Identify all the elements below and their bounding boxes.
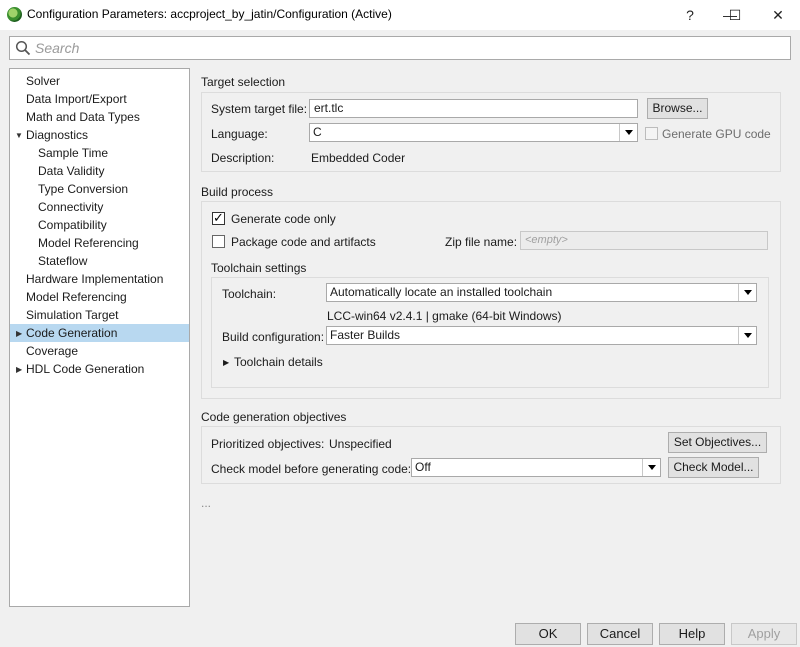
tree-item-type-conversion[interactable]: Type Conversion <box>10 180 189 198</box>
tree-item-hardware-implementation[interactable]: Hardware Implementation <box>10 270 189 288</box>
prioritized-objectives-value: Unspecified <box>329 437 392 451</box>
toolchain-settings-title: Toolchain settings <box>211 261 307 275</box>
tree-item-solver[interactable]: Solver <box>10 72 189 90</box>
ok-button[interactable]: OK <box>515 623 581 645</box>
system-target-file-input[interactable]: ert.tlc <box>309 99 638 118</box>
build-configuration-label: Build configuration: <box>222 330 325 344</box>
build-process-title: Build process <box>201 185 274 199</box>
chevron-down-icon[interactable] <box>738 327 756 344</box>
language-select[interactable]: C <box>309 123 638 142</box>
check-model-select[interactable]: Off <box>411 458 661 477</box>
tree-item-simulation-target[interactable]: Simulation Target <box>10 306 189 324</box>
language-label: Language: <box>211 127 268 141</box>
maximize-button[interactable]: ☐ <box>720 0 750 30</box>
tree-item-sample-time[interactable]: Sample Time <box>10 144 189 162</box>
matlab-logo-icon <box>7 7 22 22</box>
check-model-button[interactable]: Check Model... <box>668 457 759 478</box>
chevron-down-icon[interactable] <box>619 124 637 141</box>
title-bar: Configuration Parameters: accproject_by_… <box>0 0 800 30</box>
category-tree: Solver Data Import/Export Math and Data … <box>9 68 190 607</box>
tree-item-stateflow[interactable]: Stateflow <box>10 252 189 270</box>
tree-item-math-data-types[interactable]: Math and Data Types <box>10 108 189 126</box>
help-icon[interactable]: ? <box>670 0 710 30</box>
tree-item-connectivity[interactable]: Connectivity <box>10 198 189 216</box>
tree-item-hdl-code-generation[interactable]: ▶ HDL Code Generation <box>10 360 189 378</box>
cancel-button[interactable]: Cancel <box>587 623 653 645</box>
zip-file-name-input[interactable]: <empty> <box>520 231 768 250</box>
generate-gpu-label: Generate GPU code <box>662 127 771 141</box>
search-icon <box>15 40 31 56</box>
toolchain-label: Toolchain: <box>222 287 277 301</box>
toolchain-details-arrow-icon[interactable]: ▶ <box>223 356 229 369</box>
close-button[interactable]: ✕ <box>758 0 798 30</box>
apply-button[interactable]: Apply <box>731 623 797 645</box>
generate-code-only-checkbox[interactable] <box>212 210 225 226</box>
chevron-down-icon[interactable] <box>738 284 756 301</box>
generate-gpu-checkbox[interactable] <box>645 127 658 140</box>
zip-file-name-label: Zip file name: <box>445 235 518 249</box>
tree-item-compatibility[interactable]: Compatibility <box>10 216 189 234</box>
collapsed-arrow-icon[interactable]: ▶ <box>16 325 22 343</box>
search-input[interactable]: Search <box>9 36 791 60</box>
tree-item-diagnostics[interactable]: ▼ Diagnostics <box>10 126 189 144</box>
description-value: Embedded Coder <box>311 151 406 165</box>
tree-item-code-generation[interactable]: ▶ Code Generation <box>10 324 189 342</box>
prioritized-objectives-label: Prioritized objectives: <box>211 437 325 451</box>
package-code-checkbox[interactable] <box>212 235 225 248</box>
help-button[interactable]: Help <box>659 623 725 645</box>
build-configuration-select[interactable]: Faster Builds <box>326 326 757 345</box>
description-label: Description: <box>211 151 275 165</box>
target-selection-title: Target selection <box>201 75 286 89</box>
generate-code-only-label: Generate code only <box>231 212 336 226</box>
more-ellipsis: ... <box>201 496 212 510</box>
tree-item-coverage[interactable]: Coverage <box>10 342 189 360</box>
tree-item-diag-model-referencing[interactable]: Model Referencing <box>10 234 189 252</box>
chevron-down-icon[interactable] <box>642 459 660 476</box>
package-code-label: Package code and artifacts <box>231 235 376 249</box>
tree-item-model-referencing[interactable]: Model Referencing <box>10 288 189 306</box>
set-objectives-button[interactable]: Set Objectives... <box>668 432 767 453</box>
window-title: Configuration Parameters: accproject_by_… <box>27 7 392 21</box>
toolchain-select[interactable]: Automatically locate an installed toolch… <box>326 283 757 302</box>
tree-item-data-validity[interactable]: Data Validity <box>10 162 189 180</box>
check-model-label: Check model before generating code: <box>211 462 412 476</box>
tree-item-data-import-export[interactable]: Data Import/Export <box>10 90 189 108</box>
browse-button[interactable]: Browse... <box>647 98 708 119</box>
expanded-arrow-icon[interactable]: ▼ <box>15 127 23 145</box>
collapsed-arrow-icon[interactable]: ▶ <box>16 361 22 379</box>
objectives-title: Code generation objectives <box>201 410 347 424</box>
system-target-file-label: System target file: <box>211 102 308 116</box>
toolchain-details-toggle[interactable]: Toolchain details <box>234 355 323 369</box>
search-placeholder: Search <box>35 40 80 56</box>
toolchain-info-text: LCC-win64 v2.4.1 | gmake (64-bit Windows… <box>327 309 562 323</box>
